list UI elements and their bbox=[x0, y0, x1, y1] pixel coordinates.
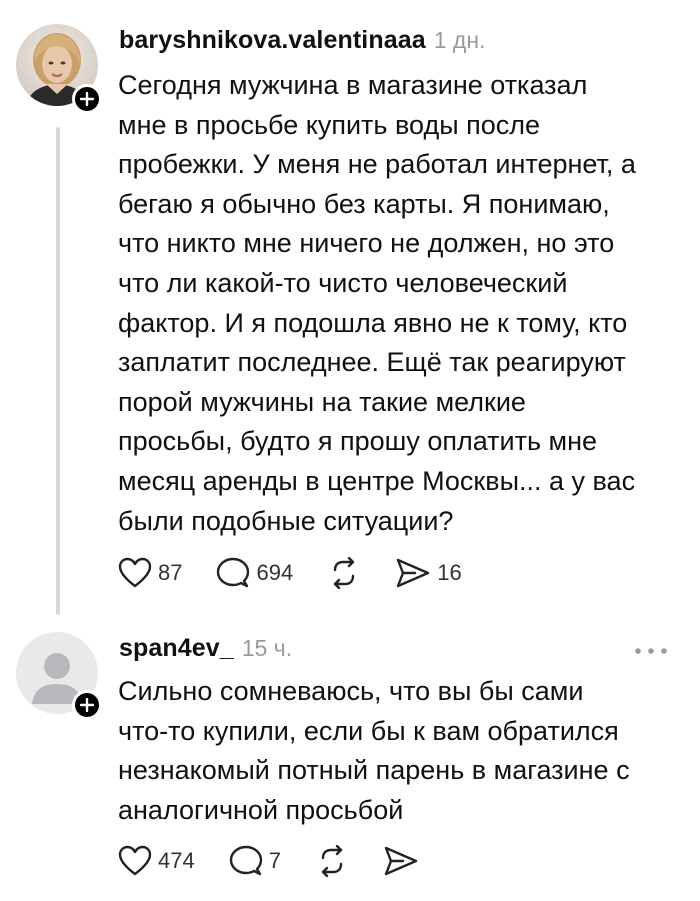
more-icon bbox=[635, 648, 667, 654]
thread-line bbox=[56, 127, 60, 615]
like-button[interactable]: 87 bbox=[118, 557, 182, 589]
share-count: 16 bbox=[437, 560, 462, 585]
repost-button[interactable] bbox=[327, 557, 361, 589]
like-count: 474 bbox=[158, 848, 195, 873]
action-bar: 474 7 bbox=[118, 845, 453, 877]
post: baryshnikova.valentinaaa 1 дн. Сегодня м… bbox=[0, 0, 700, 620]
repost-icon bbox=[334, 557, 355, 589]
comment-count: 7 bbox=[268, 848, 281, 873]
plus-icon bbox=[80, 698, 94, 712]
post-text: Сегодня мужчина в магазине отказал мне в… bbox=[118, 70, 636, 536]
heart-icon bbox=[118, 557, 152, 588]
comment-icon bbox=[229, 845, 262, 876]
timestamp: 1 дн. bbox=[433, 27, 486, 53]
share-icon bbox=[384, 846, 418, 876]
reply-post: span4ev_ 15 ч. Сильно сомневаюсь, что вы… bbox=[0, 620, 700, 901]
heart-icon bbox=[118, 845, 152, 876]
repost-icon bbox=[321, 845, 343, 877]
share-icon bbox=[397, 558, 430, 588]
timestamp: 15 ч. bbox=[241, 635, 293, 661]
like-count: 87 bbox=[158, 560, 183, 585]
repost-button[interactable] bbox=[315, 845, 349, 877]
like-button[interactable]: 474 bbox=[118, 845, 195, 877]
comment-button[interactable]: 694 bbox=[216, 557, 293, 589]
share-button[interactable] bbox=[383, 845, 419, 877]
comment-count: 694 bbox=[256, 560, 294, 585]
follow-plus-button[interactable] bbox=[72, 84, 102, 114]
follow-plus-button[interactable] bbox=[72, 690, 102, 720]
comment-button[interactable]: 7 bbox=[229, 845, 281, 877]
username[interactable]: span4ev_ bbox=[119, 634, 234, 663]
action-bar: 87 694 16 bbox=[118, 557, 496, 589]
share-button[interactable]: 16 bbox=[395, 557, 462, 589]
more-options-button[interactable] bbox=[634, 642, 668, 660]
plus-icon bbox=[80, 92, 94, 106]
reply-text: Сильно сомневаюсь, что вы бы сами что-то… bbox=[118, 676, 630, 825]
comment-icon bbox=[217, 557, 250, 588]
username[interactable]: baryshnikova.valentinaaa bbox=[119, 26, 426, 55]
